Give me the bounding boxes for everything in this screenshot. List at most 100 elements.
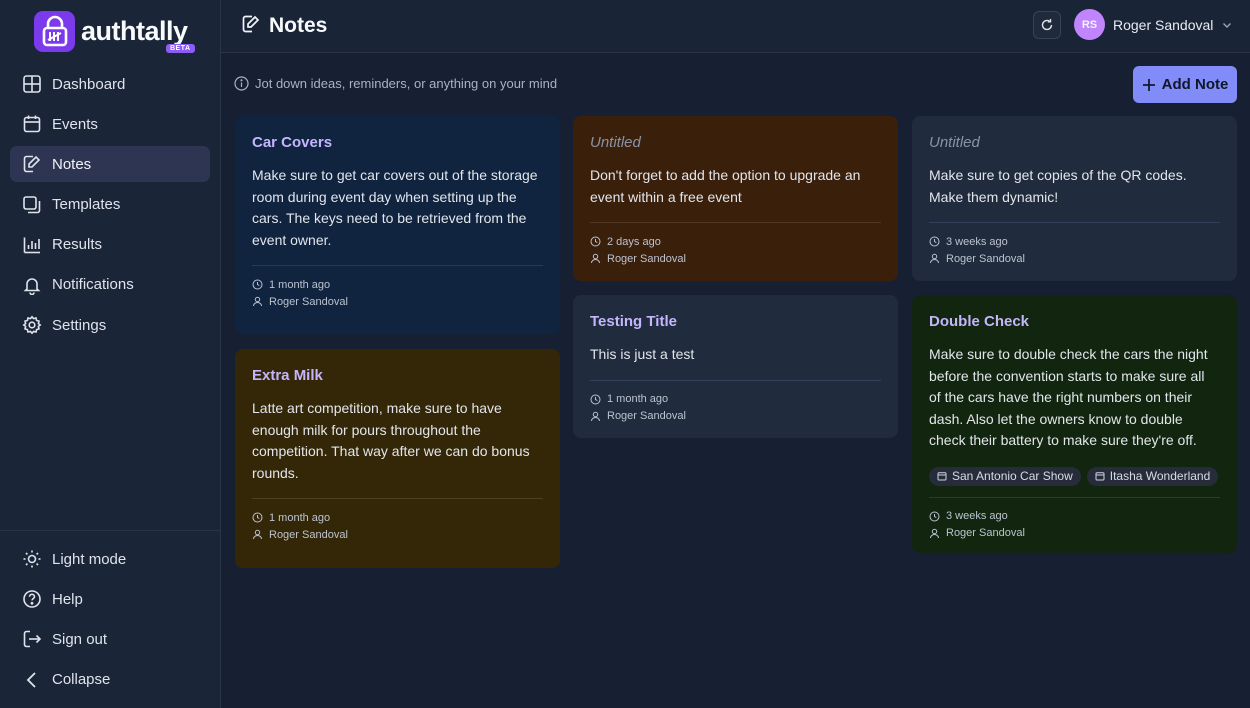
sidebar-nav: Dashboard Events Notes Templates Results…	[0, 62, 220, 347]
brand[interactable]: authtally BETA	[0, 0, 220, 62]
note-meta: 3 weeks ago Roger Sandoval	[929, 508, 1220, 542]
top-bar: Notes RS Roger Sandoval	[221, 0, 1250, 53]
calendar-icon	[22, 114, 42, 134]
brand-logo-icon	[34, 10, 75, 52]
event-tag[interactable]: San Antonio Car Show	[929, 466, 1081, 486]
note-author-label: Roger Sandoval	[269, 295, 348, 308]
note-divider	[252, 265, 543, 266]
main-content: Notes RS Roger Sandoval Jot down ideas, …	[221, 0, 1250, 708]
sidebar-item-templates[interactable]: Templates	[10, 187, 210, 223]
sidebar-item-label: Results	[52, 236, 103, 254]
note-time-label: 1 month ago	[607, 393, 669, 405]
note-body: Make sure to double check the cars the n…	[929, 346, 1208, 448]
user-icon	[253, 529, 262, 540]
sidebar-item-dashboard[interactable]: Dashboard	[10, 66, 210, 102]
user-icon	[591, 411, 600, 421]
sidebar-item-label: Sign out	[52, 630, 108, 648]
sidebar-item-notifications[interactable]: Notifications	[10, 267, 210, 303]
user-name: Roger Sandoval	[1113, 16, 1214, 33]
sidebar-item-results[interactable]: Results	[10, 227, 210, 263]
bell-icon	[22, 275, 42, 295]
event-tag-label: San Antonio Car Show	[952, 469, 1073, 483]
note-time-label: 1 month ago	[269, 511, 331, 524]
notes-icon	[241, 14, 261, 39]
user-icon	[591, 253, 600, 264]
calendar-icon	[1095, 472, 1105, 481]
note-body: Make sure to get copies of the QR codes.…	[929, 167, 1187, 205]
sun-icon	[22, 549, 42, 569]
sidebar-item-label: Templates	[52, 196, 121, 214]
note-divider	[252, 498, 543, 499]
note-author-label: Roger Sandoval	[269, 528, 348, 541]
app-root: authtally BETA Dashboard Events Notes Te…	[0, 0, 1250, 708]
note-author: Roger Sandoval	[252, 526, 543, 543]
note-title: Untitled	[929, 134, 980, 151]
note-card[interactable]: Untitled Make sure to get copies of the …	[912, 116, 1237, 281]
note-card[interactable]: Testing Title This is just a test 1 mont…	[573, 295, 898, 438]
note-meta: 2 days ago Roger Sandoval	[590, 233, 881, 267]
notes-icon	[22, 154, 42, 174]
note-card[interactable]: Car Covers Make sure to get car covers o…	[235, 116, 560, 334]
note-meta: 1 month ago Roger Sandoval	[252, 276, 543, 310]
sign-out-button[interactable]: Sign out	[10, 621, 210, 657]
event-tag-label: Itasha Wonderland	[1109, 469, 1211, 483]
refresh-icon	[1041, 19, 1053, 31]
note-title: Double Check	[929, 313, 1030, 330]
note-author: Roger Sandoval	[590, 250, 881, 267]
note-card[interactable]: Double Check Make sure to double check t…	[912, 295, 1237, 553]
sidebar-item-label: Collapse	[52, 671, 111, 689]
clock-icon	[252, 279, 263, 290]
note-title: Untitled	[590, 134, 641, 151]
chevron-left-icon	[22, 670, 42, 690]
calendar-icon	[937, 472, 947, 481]
sidebar-item-label: Dashboard	[52, 75, 126, 93]
collapse-button[interactable]: Collapse	[10, 662, 210, 698]
sidebar-item-events[interactable]: Events	[10, 106, 210, 142]
note-time: 2 days ago	[590, 233, 881, 250]
note-time: 1 month ago	[252, 509, 543, 526]
note-body: Don't forget to add the option to upgrad…	[590, 167, 861, 205]
info-icon	[234, 76, 249, 91]
add-note-button[interactable]: Add Note	[1133, 66, 1237, 103]
user-icon	[253, 296, 262, 307]
note-time: 3 weeks ago	[929, 508, 1220, 525]
note-body: Latte art competition, make sure to have…	[252, 400, 530, 481]
sidebar-item-label: Notifications	[52, 276, 134, 294]
note-divider	[590, 379, 881, 381]
note-time: 3 weeks ago	[929, 233, 1220, 250]
light-mode-toggle[interactable]: Light mode	[10, 541, 210, 577]
note-divider	[929, 496, 1220, 498]
sidebar-item-label: Notes	[52, 155, 92, 173]
refresh-button[interactable]	[1033, 11, 1061, 39]
avatar: RS	[1074, 9, 1105, 40]
note-card[interactable]: Extra Milk Latte art competition, make s…	[235, 349, 560, 568]
sidebar-item-notes[interactable]: Notes	[10, 146, 210, 183]
user-icon	[930, 528, 939, 538]
note-title: Testing Title	[590, 313, 677, 330]
help-link[interactable]: Help	[10, 581, 210, 617]
add-note-label: Add Note	[1161, 76, 1229, 93]
note-card[interactable]: Untitled Don't forget to add the option …	[573, 116, 898, 281]
note-meta: 1 month ago Roger Sandoval	[590, 391, 881, 425]
note-author: Roger Sandoval	[590, 408, 881, 425]
sidebar-item-settings[interactable]: Settings	[10, 307, 210, 343]
note-author-label: Roger Sandoval	[946, 527, 1025, 539]
beta-badge: BETA	[166, 44, 195, 53]
help-icon	[22, 589, 42, 609]
note-author-label: Roger Sandoval	[607, 252, 686, 265]
note-time-label: 1 month ago	[269, 278, 331, 291]
note-tags: San Antonio Car Show Itasha Wonderland	[929, 466, 1220, 486]
clock-icon	[252, 512, 263, 523]
clock-icon	[590, 394, 601, 404]
note-time: 1 month ago	[252, 276, 543, 293]
hint-text: Jot down ideas, reminders, or anything o…	[234, 76, 557, 91]
note-meta: 3 weeks ago Roger Sandoval	[929, 233, 1220, 267]
clock-icon	[929, 236, 940, 247]
sidebar: authtally BETA Dashboard Events Notes Te…	[0, 0, 221, 708]
clock-icon	[929, 511, 940, 521]
event-tag[interactable]: Itasha Wonderland	[1086, 466, 1219, 486]
user-menu[interactable]: RS Roger Sandoval	[1074, 9, 1233, 40]
note-author-label: Roger Sandoval	[946, 252, 1025, 265]
sign-out-icon	[22, 629, 42, 649]
dashboard-icon	[22, 74, 42, 94]
